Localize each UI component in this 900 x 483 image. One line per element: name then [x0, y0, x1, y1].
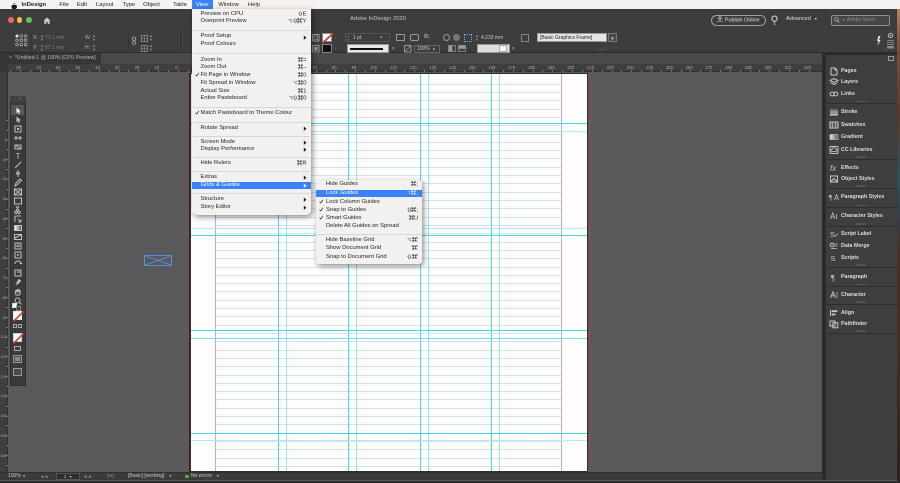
svg-text:¶: ¶ — [829, 193, 833, 202]
svg-text:S: S — [830, 230, 835, 239]
svg-text:S: S — [830, 254, 835, 263]
svg-text:fx: fx — [830, 164, 837, 173]
svg-text:¶: ¶ — [831, 274, 835, 283]
